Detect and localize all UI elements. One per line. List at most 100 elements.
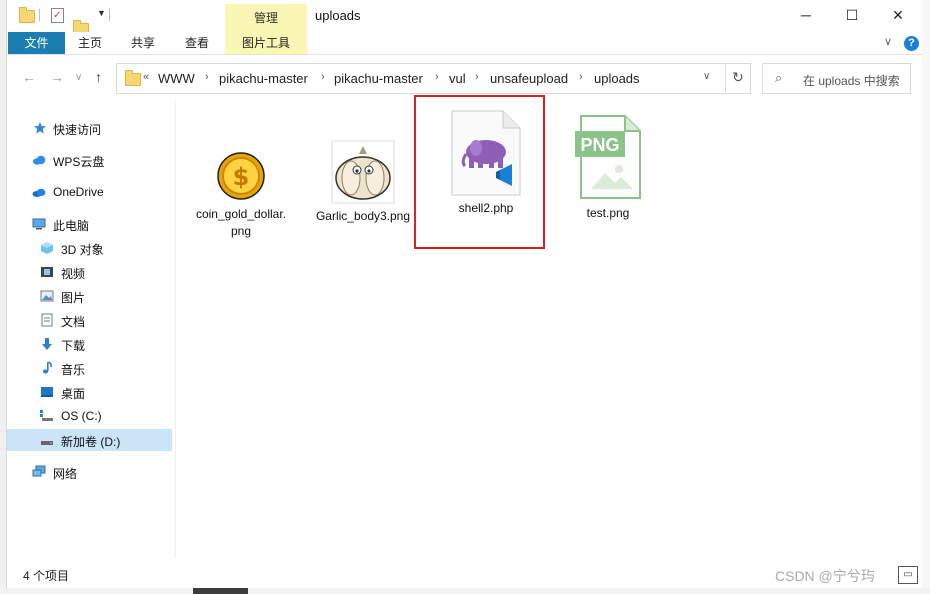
properties-icon[interactable] <box>51 8 64 23</box>
search-input[interactable]: ⌕ 在 uploads 中搜索 <box>762 63 911 94</box>
address-bar[interactable]: « WWW › pikachu-master › pikachu-master … <box>116 63 751 94</box>
breadcrumb-unsafeupload[interactable]: unsafeupload <box>490 71 568 86</box>
sidebar-item-label: 此电脑 <box>53 219 90 233</box>
divider <box>39 9 40 21</box>
chevron-down-icon[interactable]: ∨ <box>884 35 892 48</box>
help-icon[interactable]: ? <box>904 36 919 51</box>
tab-share[interactable]: 共享 <box>121 32 165 54</box>
address-dropdown-icon[interactable]: ∨ <box>703 71 710 82</box>
sidebar-item-drive-d[interactable]: 新加卷 (D:) <box>7 429 172 451</box>
breadcrumb-overflow[interactable]: « <box>143 71 149 83</box>
sidebar-item-music[interactable]: 音乐 <box>7 357 172 379</box>
picture-icon <box>40 290 54 302</box>
png-badge-label: PNG <box>580 135 619 155</box>
sidebar-item-3d-objects[interactable]: 3D 对象 <box>7 237 172 259</box>
cloud-icon <box>33 155 46 165</box>
customize-toolbar-chevron-icon[interactable]: ▼ <box>97 8 106 18</box>
background-window-edge <box>922 0 930 594</box>
taskbar-item <box>193 588 248 594</box>
breadcrumb-pikachu-master[interactable]: pikachu-master <box>334 71 423 86</box>
sidebar-item-label: 音乐 <box>61 363 86 377</box>
tab-home[interactable]: 主页 <box>69 32 111 54</box>
music-icon <box>42 361 53 374</box>
contextual-tab-group-manage[interactable]: 管理 <box>225 4 307 32</box>
search-placeholder: 在 uploads 中搜索 <box>803 74 900 88</box>
breadcrumb-uploads[interactable]: uploads <box>594 71 640 86</box>
sidebar-item-desktop[interactable]: 桌面 <box>7 381 172 403</box>
garlic-icon <box>331 140 395 204</box>
file-item[interactable]: $ coin_gold_dollar.png <box>193 150 289 240</box>
tab-file[interactable]: 文件 <box>8 32 65 54</box>
ribbon-tabs: 文件 主页 共享 查看 图片工具 ∨ ? <box>7 32 923 54</box>
drive-os-icon <box>40 410 53 421</box>
sidebar-item-downloads[interactable]: 下载 <box>7 333 172 355</box>
minimize-button[interactable]: ─ <box>783 0 829 32</box>
tab-view[interactable]: 查看 <box>175 32 219 54</box>
maximize-button[interactable]: ☐ <box>829 0 875 32</box>
breadcrumb-separator[interactable]: › <box>579 71 583 83</box>
title-bar: ▼ 管理 uploads ─ ☐ ✕ <box>7 0 923 36</box>
file-explorer-window: ▼ 管理 uploads ─ ☐ ✕ 文件 主页 共享 查看 图片工具 ∨ ? … <box>6 0 924 588</box>
download-icon <box>42 338 52 350</box>
sidebar-item-videos[interactable]: 视频 <box>7 261 172 283</box>
sidebar-item-label: OneDrive <box>53 185 104 199</box>
breadcrumb-separator[interactable]: › <box>475 71 479 83</box>
sidebar-item-label: OS (C:) <box>61 409 102 423</box>
view-mode-icon[interactable]: ▭ <box>898 566 918 584</box>
cube-icon <box>41 242 53 254</box>
document-icon <box>41 313 53 327</box>
forward-button[interactable]: → <box>50 69 64 85</box>
sidebar-item-label: 文档 <box>61 315 86 329</box>
sidebar-item-onedrive[interactable]: OneDrive <box>7 181 172 203</box>
close-button[interactable]: ✕ <box>875 0 921 32</box>
divider <box>175 100 176 558</box>
search-icon: ⌕ <box>775 70 783 85</box>
breadcrumb-separator[interactable]: › <box>205 71 209 83</box>
star-icon <box>34 122 46 134</box>
gold-coin-icon: $ <box>209 150 273 202</box>
file-name: coin_gold_dollar.png <box>195 207 287 238</box>
divider <box>7 54 923 55</box>
sidebar-item-label: 新加卷 (D:) <box>61 435 121 449</box>
breadcrumb-separator[interactable]: › <box>321 71 325 83</box>
back-button[interactable]: ← <box>22 69 36 85</box>
sidebar-item-label: 网络 <box>53 467 78 481</box>
breadcrumb-pikachu-master[interactable]: pikachu-master <box>219 71 308 86</box>
breadcrumb-vul[interactable]: vul <box>449 71 466 86</box>
sidebar-item-wps-cloud[interactable]: WPS云盘 <box>7 149 172 171</box>
sidebar-item-drive-c[interactable]: OS (C:) <box>7 405 172 427</box>
sidebar-item-network[interactable]: 网络 <box>7 461 172 483</box>
sidebar-item-documents[interactable]: 文档 <box>7 309 172 331</box>
recent-locations-chevron-icon[interactable]: ∨ <box>75 72 82 83</box>
file-name: test.png <box>586 206 630 220</box>
sidebar-item-label: 视频 <box>61 267 86 281</box>
highlight-box <box>414 95 545 249</box>
sidebar-item-label: 图片 <box>61 291 86 305</box>
breadcrumb-www[interactable]: WWW <box>158 71 195 86</box>
tab-picture-tools[interactable]: 图片工具 <box>225 32 307 54</box>
onedrive-icon <box>32 188 46 197</box>
sidebar-item-label: 3D 对象 <box>61 243 104 257</box>
file-item[interactable]: Garlic_body3.png <box>315 140 411 225</box>
sidebar-item-this-pc[interactable]: 此电脑 <box>7 213 172 235</box>
watermark: CSDN @宁兮玙 <box>775 568 875 584</box>
taskbar-edge <box>0 588 930 594</box>
desktop-icon <box>41 387 53 397</box>
divider <box>109 9 110 21</box>
file-item[interactable]: PNG test.png <box>560 115 656 222</box>
sidebar-item-quick-access[interactable]: 快速访问 <box>7 117 172 139</box>
sidebar-item-label: 桌面 <box>61 387 86 401</box>
computer-icon <box>32 218 46 230</box>
file-name: Garlic_body3.png <box>315 209 411 223</box>
breadcrumb-separator[interactable]: › <box>435 71 439 83</box>
sidebar-item-pictures[interactable]: 图片 <box>7 285 172 307</box>
window-title: uploads <box>315 8 361 23</box>
sidebar-item-label: 快速访问 <box>53 123 102 137</box>
status-item-count: 4 个项目 <box>23 569 70 583</box>
svg-text:$: $ <box>233 163 250 191</box>
up-button[interactable]: ↑ <box>95 69 102 85</box>
folder-icon <box>125 70 141 86</box>
refresh-button[interactable]: ↻ <box>725 63 750 92</box>
png-file-icon: PNG <box>575 115 641 199</box>
folder-icon <box>19 7 35 23</box>
